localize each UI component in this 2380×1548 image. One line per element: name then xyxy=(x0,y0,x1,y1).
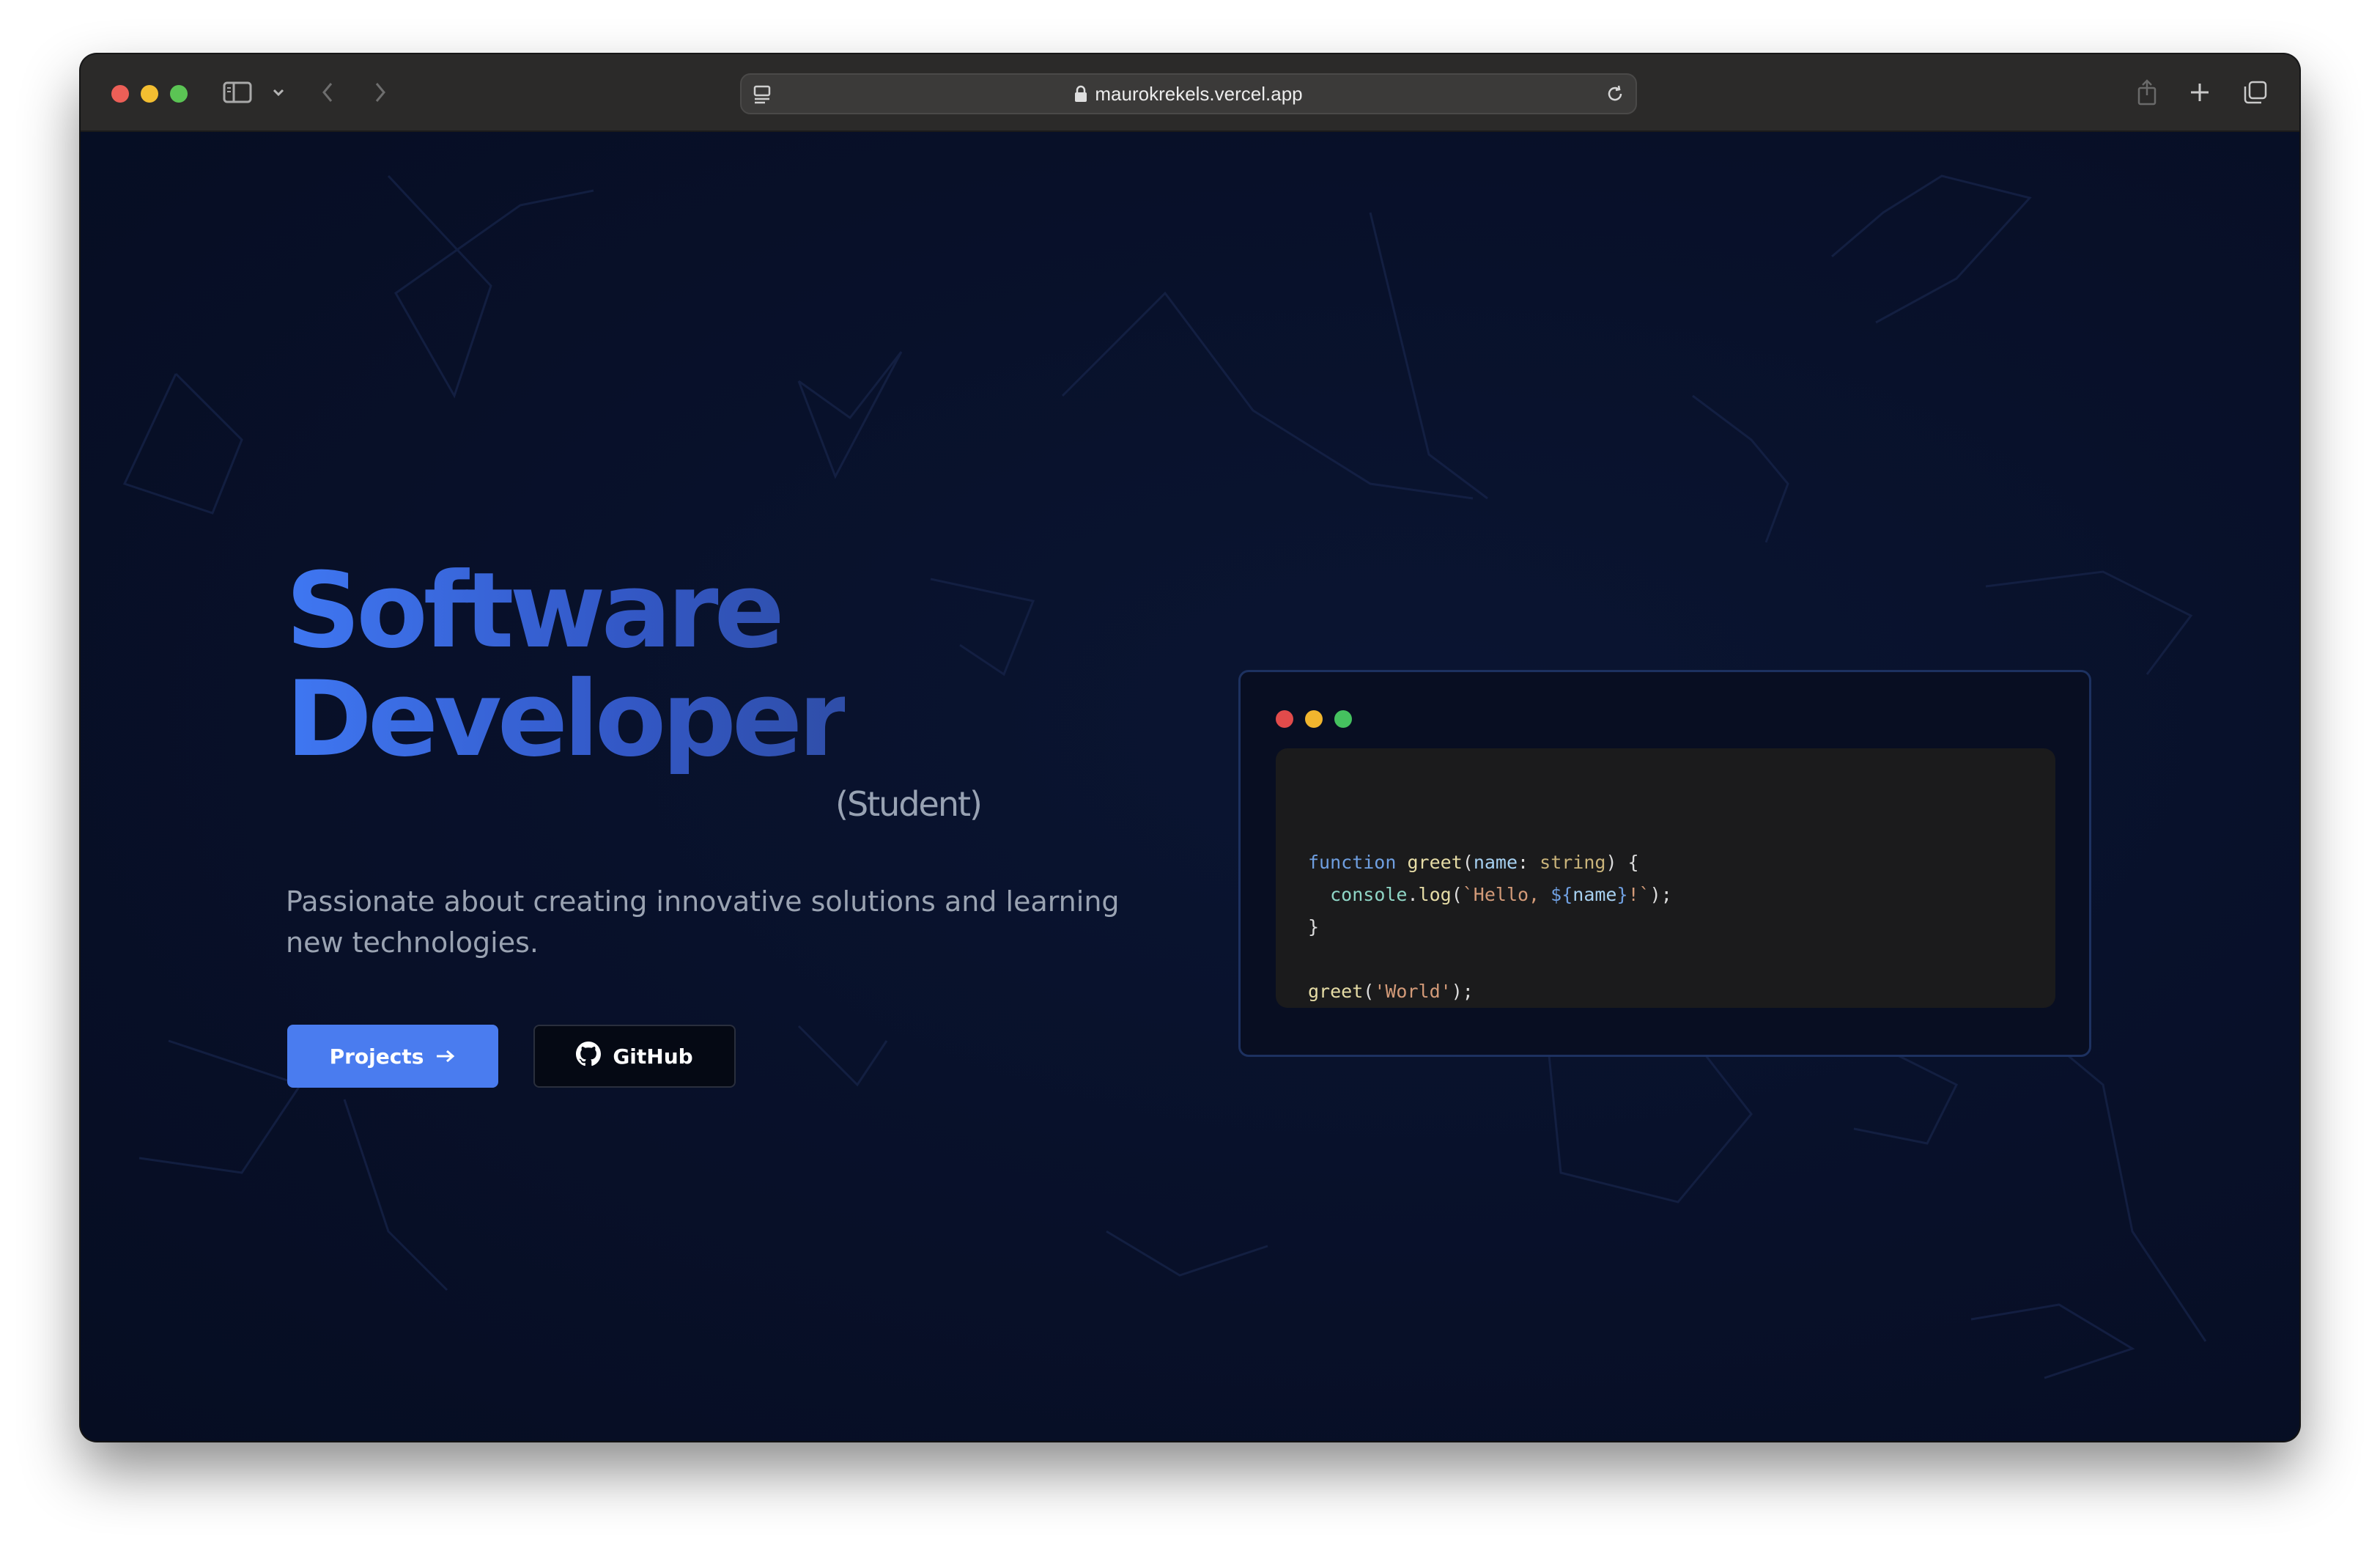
code-line-5: greet('World'); xyxy=(1308,981,1474,1002)
projects-button[interactable]: Projects xyxy=(287,1025,498,1088)
browser-toolbar: maurokrekels.vercel.app xyxy=(81,54,2299,132)
browser-window: maurokrekels.vercel.app Software Develop… xyxy=(81,54,2299,1441)
url-text: maurokrekels.vercel.app xyxy=(1095,82,1303,105)
reload-icon[interactable] xyxy=(1605,84,1625,109)
share-icon[interactable] xyxy=(2134,75,2160,110)
hero-title-line-2: Developer xyxy=(286,659,846,780)
lock-icon xyxy=(1074,85,1087,103)
student-tag: (Student) xyxy=(835,784,983,824)
code-block: function greet(name: string) { console.l… xyxy=(1276,748,2055,1008)
hero-title-line-1: Software xyxy=(286,550,780,671)
minimize-window-button[interactable] xyxy=(141,85,158,103)
sidebar-toggle-icon[interactable] xyxy=(221,75,254,110)
github-button-label: GitHub xyxy=(613,1044,693,1069)
github-button[interactable]: GitHub xyxy=(533,1025,736,1088)
arrow-right-icon xyxy=(435,1044,456,1069)
hero-title: Software Developer xyxy=(286,557,845,774)
code-window-green-dot xyxy=(1334,710,1352,728)
hero-subtitle: Passionate about creating innovative sol… xyxy=(286,885,1120,959)
github-icon xyxy=(576,1041,602,1072)
code-line-1: function greet(name: string) { xyxy=(1308,852,1639,873)
code-line-2: console.log(`Hello, ${name}!`); xyxy=(1330,884,1672,905)
close-window-button[interactable] xyxy=(111,85,129,103)
code-line-3: } xyxy=(1308,916,1320,937)
code-window-red-dot xyxy=(1276,710,1293,728)
code-window-yellow-dot xyxy=(1305,710,1323,728)
zoom-window-button[interactable] xyxy=(170,85,188,103)
projects-button-label: Projects xyxy=(329,1044,424,1069)
new-tab-icon[interactable] xyxy=(2187,75,2213,110)
page-menu-icon[interactable] xyxy=(752,84,772,109)
forward-arrow-icon[interactable] xyxy=(369,75,391,110)
back-arrow-icon[interactable] xyxy=(317,75,339,110)
page-content: Software Developer (Student) Passionate … xyxy=(81,132,2299,1441)
address-bar[interactable]: maurokrekels.vercel.app xyxy=(740,73,1637,114)
tab-overview-icon[interactable] xyxy=(2241,75,2270,110)
code-window: function greet(name: string) { console.l… xyxy=(1238,670,2091,1057)
chevron-down-icon[interactable] xyxy=(270,75,287,110)
